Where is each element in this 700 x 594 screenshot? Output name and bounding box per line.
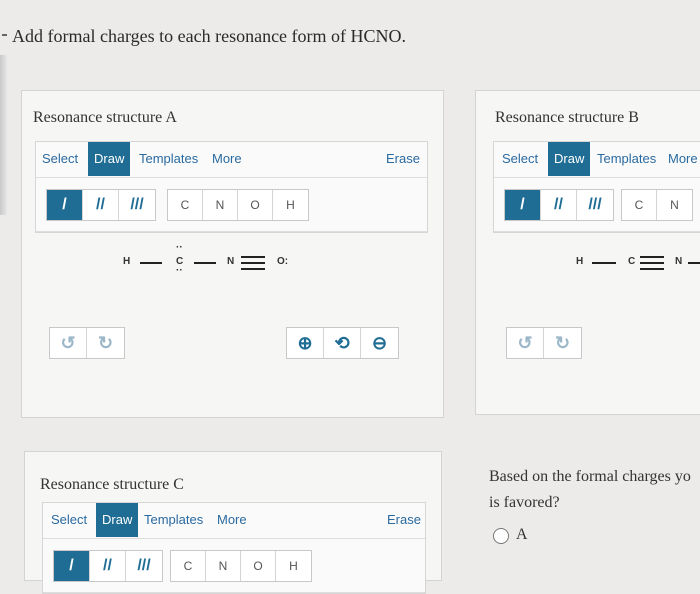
redo-icon[interactable]: ↻ — [544, 328, 581, 358]
favored-line-1: Based on the formal charges yo — [489, 468, 691, 485]
atom-n[interactable]: N — [675, 256, 682, 267]
tab-templates[interactable]: Templates — [138, 503, 209, 537]
zoom-in-icon[interactable]: ⊕ — [287, 328, 324, 358]
card-title-c: Resonance structure C — [40, 476, 184, 493]
tab-more[interactable]: More — [211, 503, 253, 537]
atom-n[interactable]: N — [227, 256, 234, 267]
resonance-card-b: Resonance structure B Select Draw Templa… — [475, 90, 700, 415]
zoom-controls-a: ⊕ ⟲ ⊖ — [286, 327, 399, 359]
bond-tools-c: / // /// — [53, 550, 163, 582]
atom-h[interactable]: H — [576, 256, 583, 267]
favored-line-2: is favored? — [489, 494, 560, 511]
single-bond-n-right[interactable] — [688, 262, 700, 264]
atom-n-button[interactable]: N — [206, 551, 241, 581]
question-bullet — [2, 34, 7, 36]
atom-c[interactable]: C — [628, 256, 635, 267]
undo-icon[interactable]: ↺ — [507, 328, 544, 358]
resonance-card-c: Resonance structure C Select Draw Templa… — [24, 451, 442, 594]
triple-bond-no-1[interactable] — [241, 256, 265, 258]
triple-bond-cn-3[interactable] — [640, 268, 664, 270]
triple-bond-no-3[interactable] — [241, 268, 265, 270]
molecule-b[interactable]: H C N — [476, 91, 700, 416]
reset-zoom-icon[interactable]: ⟲ — [324, 328, 361, 358]
single-bond-cn[interactable] — [194, 262, 216, 264]
lone-pair-c-top: ·· — [176, 242, 183, 253]
triple-bond-cn-1[interactable] — [640, 256, 664, 258]
triple-bond-no-2[interactable] — [241, 262, 265, 264]
atom-c-button[interactable]: C — [171, 551, 206, 581]
atom-o-button[interactable]: O — [241, 551, 276, 581]
radio-option-a[interactable] — [493, 528, 509, 544]
double-bond-button[interactable]: // — [90, 551, 126, 581]
undo-redo-a: ↺ ↻ — [49, 327, 125, 359]
molecule-a[interactable]: H C ·· ·· N O: — [22, 91, 445, 419]
atom-h-button[interactable]: H — [276, 551, 311, 581]
atom-o[interactable]: O: — [277, 256, 288, 267]
tab-select[interactable]: Select — [45, 503, 93, 537]
editor-tabs-c: Select Draw Templates More Erase — [43, 503, 425, 539]
zoom-out-icon[interactable]: ⊖ — [361, 328, 398, 358]
redo-icon[interactable]: ↻ — [87, 328, 124, 358]
single-bond-hc[interactable] — [592, 262, 616, 264]
triple-bond-cn-2[interactable] — [640, 262, 664, 264]
editor-c: Select Draw Templates More Erase / // //… — [42, 502, 426, 594]
option-a-label: A — [516, 526, 528, 543]
triple-bond-button[interactable]: /// — [126, 551, 162, 581]
tab-draw[interactable]: Draw — [96, 503, 139, 537]
question-text: Add formal charges to each resonance for… — [12, 26, 407, 46]
draw-toolbar-c: / // /// C N O H — [43, 539, 425, 593]
atom-tools-c: C N O H — [170, 550, 312, 582]
lone-pair-c-bottom: ·· — [176, 265, 183, 276]
atom-h[interactable]: H — [123, 256, 130, 267]
resonance-card-a: Resonance structure A Select Draw Templa… — [21, 90, 444, 418]
favored-question: Based on the formal charges yo is favore… — [489, 468, 691, 512]
erase-button[interactable]: Erase — [381, 503, 427, 537]
undo-icon[interactable]: ↺ — [50, 328, 87, 358]
single-bond-hc[interactable] — [140, 262, 162, 264]
single-bond-button[interactable]: / — [54, 551, 90, 581]
left-edge — [0, 55, 7, 215]
undo-redo-b: ↺ ↻ — [506, 327, 582, 359]
